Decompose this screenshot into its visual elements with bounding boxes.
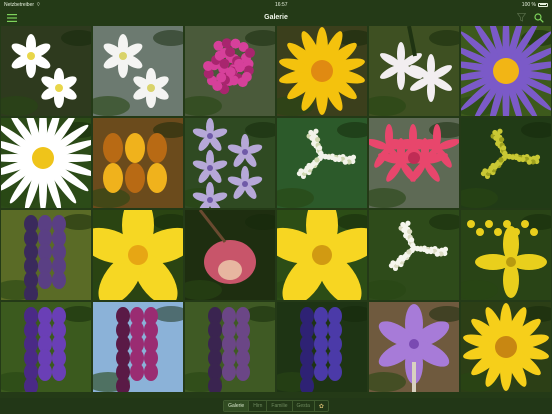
flower-photo (93, 26, 183, 116)
gallery-tile[interactable] (1, 26, 91, 116)
gallery-tile[interactable] (277, 118, 367, 208)
bottom-tab-bar: Galerie Hirn Familie Gesta ✿ (0, 398, 552, 414)
tab-familie[interactable]: Familie (267, 401, 293, 411)
status-left: Netzbetreiber ⌔ (4, 2, 41, 8)
gallery-tile[interactable] (185, 26, 275, 116)
gallery-grid (1, 26, 551, 394)
battery-icon (537, 2, 548, 7)
gallery-tile[interactable] (185, 210, 275, 300)
gallery-tile[interactable] (369, 210, 459, 300)
gallery-tile[interactable] (93, 26, 183, 116)
flower-photo (1, 210, 91, 300)
wifi-icon: ⌔ (36, 1, 41, 8)
flower-photo (461, 26, 551, 116)
gallery-tile[interactable] (93, 118, 183, 208)
flower-photo (369, 26, 459, 116)
flower-photo (461, 302, 551, 392)
carrier-label: Netzbetreiber (4, 1, 35, 8)
flower-photo (369, 118, 459, 208)
status-right: 100 % (522, 2, 548, 8)
gallery-tile[interactable] (1, 118, 91, 208)
app-window: Netzbetreiber ⌔ 16:57 100 % Galerie Gale… (0, 0, 552, 414)
flower-photo (369, 210, 459, 300)
status-bar: Netzbetreiber ⌔ 16:57 100 % (0, 0, 552, 9)
flower-photo (185, 302, 275, 392)
flower-photo (1, 26, 91, 116)
tab-gesta[interactable]: Gesta (293, 401, 315, 411)
gallery-tile[interactable] (461, 118, 551, 208)
flower-photo (461, 210, 551, 300)
battery-label: 100 % (521, 1, 536, 8)
tab-hirn[interactable]: Hirn (249, 401, 268, 411)
tab-segment: Galerie Hirn Familie Gesta ✿ (223, 400, 329, 412)
gallery-tile[interactable] (1, 210, 91, 300)
gallery-tile[interactable] (277, 26, 367, 116)
flower-icon[interactable]: ✿ (315, 401, 328, 411)
gallery-tile[interactable] (185, 118, 275, 208)
flower-photo (277, 210, 367, 300)
gallery-tile[interactable] (461, 302, 551, 392)
gallery-tile[interactable] (369, 302, 459, 392)
clock-label: 16:57 (275, 1, 288, 8)
flower-photo (277, 26, 367, 116)
hamburger-icon[interactable] (5, 11, 19, 24)
funnel-icon[interactable] (514, 11, 528, 24)
navigation-bar: Galerie (0, 9, 552, 26)
gallery-tile[interactable] (369, 26, 459, 116)
flower-photo (277, 118, 367, 208)
flower-photo (1, 302, 91, 392)
tab-galerie[interactable]: Galerie (224, 401, 250, 411)
flower-photo (1, 118, 91, 208)
page-title: Galerie (264, 14, 288, 21)
gallery-tile[interactable] (1, 302, 91, 392)
flower-photo (369, 302, 459, 392)
gallery-tile[interactable] (185, 302, 275, 392)
gallery-tile[interactable] (277, 302, 367, 392)
gallery-tile[interactable] (369, 118, 459, 208)
search-icon[interactable] (532, 11, 546, 24)
flower-photo (93, 118, 183, 208)
flower-photo (93, 302, 183, 392)
gallery-tile[interactable] (461, 210, 551, 300)
flower-photo (185, 118, 275, 208)
flower-photo (461, 118, 551, 208)
flower-photo (93, 210, 183, 300)
flower-photo (277, 302, 367, 392)
flower-photo (185, 210, 275, 300)
flower-photo (185, 26, 275, 116)
gallery-tile[interactable] (93, 210, 183, 300)
gallery-tile[interactable] (461, 26, 551, 116)
gallery-tile[interactable] (277, 210, 367, 300)
gallery-tile[interactable] (93, 302, 183, 392)
